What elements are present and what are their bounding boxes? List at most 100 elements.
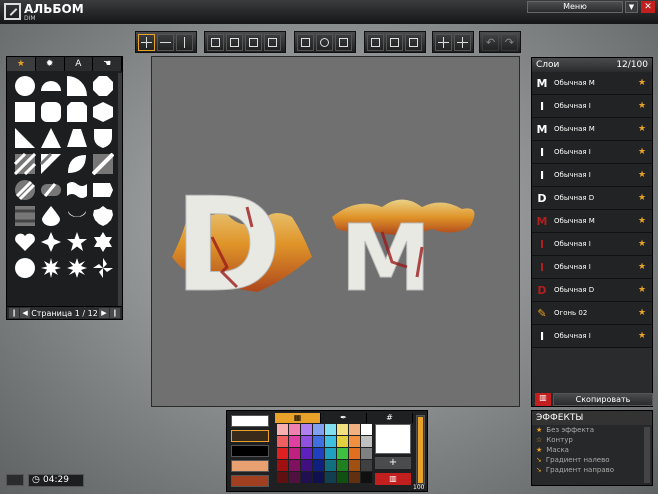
- layer-row[interactable]: I Обычная I ★: [532, 141, 652, 164]
- banner-shape[interactable]: [92, 179, 114, 201]
- layer-row[interactable]: D Обычная D ★: [532, 279, 652, 302]
- palette-color[interactable]: [337, 424, 348, 435]
- palette-color[interactable]: [301, 472, 312, 483]
- palette-color[interactable]: [277, 448, 288, 459]
- palette-color[interactable]: [289, 424, 300, 435]
- star-shape[interactable]: [66, 231, 88, 253]
- hand-icon[interactable]: ☚: [93, 57, 122, 71]
- effects-scrollbar[interactable]: [644, 427, 650, 483]
- palette-color[interactable]: [361, 460, 372, 471]
- burst-shape[interactable]: [40, 257, 62, 279]
- octagon-shape[interactable]: [92, 75, 114, 97]
- palette-color[interactable]: [349, 424, 360, 435]
- palette-color[interactable]: [325, 448, 336, 459]
- picker-tab[interactable]: ✒: [321, 413, 367, 423]
- shield-shape[interactable]: [92, 127, 114, 149]
- square-shape[interactable]: [14, 101, 36, 123]
- striped-corner-shape[interactable]: [92, 153, 114, 175]
- palette-color[interactable]: [361, 448, 372, 459]
- palette-color[interactable]: [325, 436, 336, 447]
- star-icon[interactable]: ★: [638, 193, 652, 203]
- rotate-button[interactable]: [316, 34, 333, 51]
- palette-color[interactable]: [349, 448, 360, 459]
- palette-color[interactable]: [289, 472, 300, 483]
- wave-flag-shape[interactable]: [66, 179, 88, 201]
- half-circle-shape[interactable]: [40, 75, 62, 97]
- color-swatch-black[interactable]: [231, 445, 269, 457]
- palette-color[interactable]: [361, 436, 372, 447]
- drawing-canvas[interactable]: D M: [151, 56, 520, 407]
- striped-circle-shape[interactable]: [14, 179, 36, 201]
- star-icon[interactable]: ★: [638, 239, 652, 249]
- hex-tab[interactable]: #: [367, 413, 413, 423]
- palette-color[interactable]: [289, 460, 300, 471]
- layer-row[interactable]: I Обычная I ★: [532, 95, 652, 118]
- star-icon[interactable]: ★: [7, 57, 36, 71]
- effect-item[interactable]: ★ Без эффекта: [532, 425, 652, 435]
- next-page-icon[interactable]: ▶: [98, 308, 109, 318]
- copy-button[interactable]: Скопировать: [553, 393, 653, 406]
- star-icon[interactable]: ★: [638, 308, 652, 318]
- star-icon[interactable]: ★: [638, 78, 652, 88]
- center-vertical-button[interactable]: [454, 34, 471, 51]
- palette-color[interactable]: [277, 424, 288, 435]
- palette-color[interactable]: [277, 436, 288, 447]
- circle-shape[interactable]: [14, 75, 36, 97]
- palette-color[interactable]: [337, 460, 348, 471]
- heart-shape[interactable]: [14, 231, 36, 253]
- prev-page-icon[interactable]: ◀: [20, 308, 31, 318]
- palette-color[interactable]: [313, 424, 324, 435]
- color-swatch-rust[interactable]: [231, 475, 269, 487]
- gear-icon[interactable]: ✹: [36, 57, 65, 71]
- palette-color[interactable]: [325, 460, 336, 471]
- star-icon[interactable]: ★: [638, 262, 652, 272]
- last-page-button[interactable]: ❙: [109, 308, 120, 318]
- flip-horizontal-button[interactable]: [367, 34, 384, 51]
- star-icon[interactable]: ★: [638, 170, 652, 180]
- send-back-button[interactable]: [207, 34, 224, 51]
- skew-button[interactable]: [297, 34, 314, 51]
- palette-tab[interactable]: ▦: [275, 413, 321, 423]
- palette-color[interactable]: [337, 436, 348, 447]
- striped-square-shape[interactable]: [14, 153, 36, 175]
- star-icon[interactable]: ★: [638, 285, 652, 295]
- palette-color[interactable]: [325, 472, 336, 483]
- quarter-circle-shape[interactable]: [66, 75, 88, 97]
- four-point-star-shape[interactable]: [40, 231, 62, 253]
- trash-icon[interactable]: ▥: [535, 393, 551, 406]
- perspective-button[interactable]: [405, 34, 422, 51]
- curve-button[interactable]: [335, 34, 352, 51]
- palette-color[interactable]: [313, 460, 324, 471]
- badge-shape[interactable]: [92, 205, 114, 227]
- palette-color[interactable]: [301, 460, 312, 471]
- move-tool-button[interactable]: [138, 34, 155, 51]
- layer-row[interactable]: I Обычная I ★: [532, 164, 652, 187]
- palette-color[interactable]: [301, 424, 312, 435]
- rounded-square-shape[interactable]: [40, 101, 62, 123]
- layer-row[interactable]: I Обычная I ★: [532, 325, 652, 348]
- palette-color[interactable]: [337, 448, 348, 459]
- star-icon[interactable]: ★: [638, 124, 652, 134]
- close-button[interactable]: ✕: [641, 1, 655, 13]
- cut-corner-shape[interactable]: [66, 101, 88, 123]
- color-swatch-peach[interactable]: [231, 460, 269, 472]
- drop-shape[interactable]: [40, 205, 62, 227]
- chat-icon[interactable]: [6, 474, 24, 486]
- shapes-scrollbar[interactable]: [118, 73, 122, 319]
- bring-forward-button[interactable]: [226, 34, 243, 51]
- palette-color[interactable]: [313, 448, 324, 459]
- star-icon[interactable]: ★: [638, 216, 652, 226]
- effect-item[interactable]: ➘ Градиент направо: [532, 465, 652, 475]
- palette-color[interactable]: [349, 436, 360, 447]
- effect-item[interactable]: ★ Маска: [532, 445, 652, 455]
- striped-pill-shape[interactable]: [40, 179, 62, 201]
- triangle-shape[interactable]: [40, 127, 62, 149]
- bring-front-button[interactable]: [264, 34, 281, 51]
- crescent-shape[interactable]: [66, 205, 88, 227]
- center-horizontal-button[interactable]: [435, 34, 452, 51]
- hexagon-shape[interactable]: [92, 101, 114, 123]
- palette-color[interactable]: [349, 472, 360, 483]
- color-swatch-white[interactable]: [231, 415, 269, 427]
- layer-row[interactable]: M Обычная M ★: [532, 118, 652, 141]
- layer-row[interactable]: I Обычная I ★: [532, 256, 652, 279]
